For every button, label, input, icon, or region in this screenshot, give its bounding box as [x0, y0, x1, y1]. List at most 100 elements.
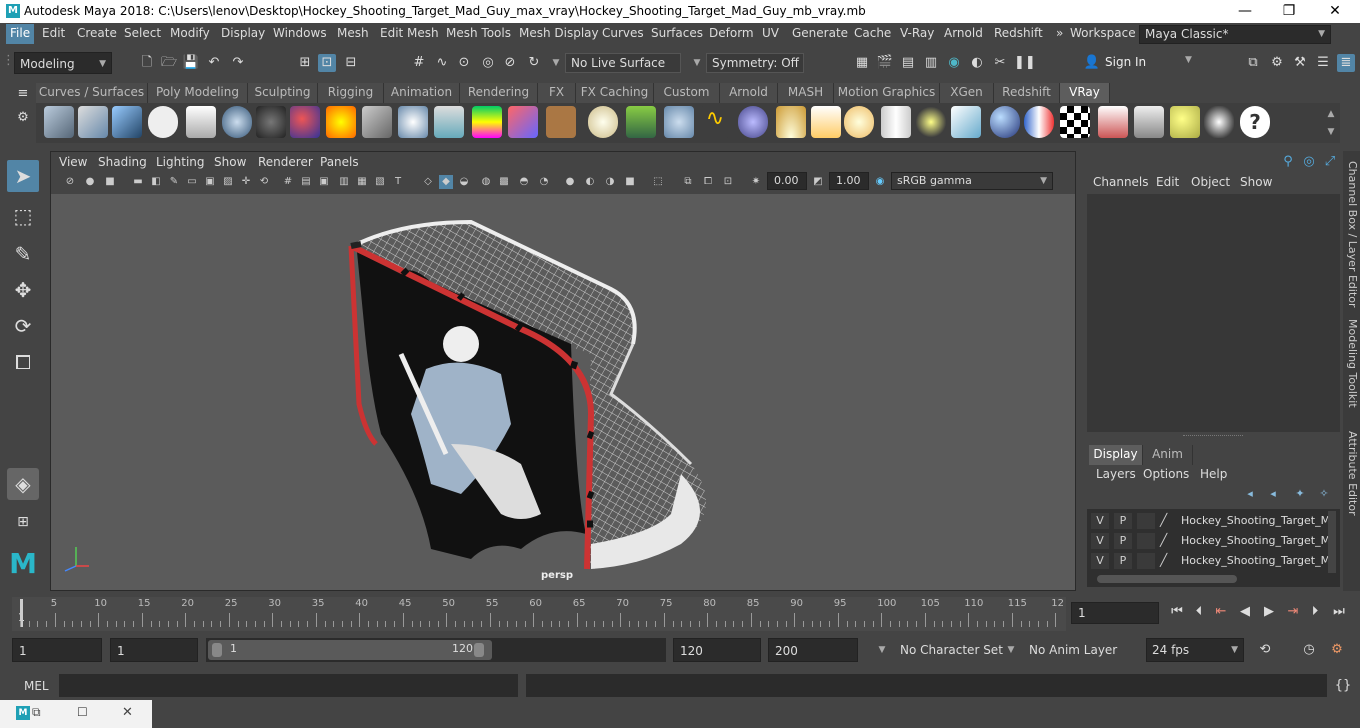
close-button[interactable]: ✕: [1312, 0, 1358, 23]
layer-color-icon[interactable]: ╱: [1160, 513, 1176, 529]
smooth-wireframe-icon[interactable]: ▩: [497, 175, 511, 189]
select-component-icon[interactable]: ⊟: [342, 54, 360, 72]
step-forward-key-icon[interactable]: ⇥: [1284, 603, 1302, 621]
new-layer-selected-icon[interactable]: ✧: [1315, 485, 1333, 503]
new-scene-icon[interactable]: 🗋: [138, 54, 156, 72]
render-setup-icon[interactable]: ◐: [968, 54, 986, 72]
select-hierarchy-icon[interactable]: ⊞: [296, 54, 314, 72]
menu-set-dropdown[interactable]: Modeling ▼: [14, 52, 112, 74]
move-layer-down-icon[interactable]: ◂: [1264, 485, 1282, 503]
layer-menu-options[interactable]: Options: [1143, 467, 1189, 481]
frame-selection-icon[interactable]: ⊡: [721, 175, 735, 189]
textured-icon[interactable]: ▦: [355, 175, 369, 189]
menu-redshift[interactable]: Redshift: [994, 26, 1043, 40]
safe-action-icon[interactable]: ⟲: [257, 175, 271, 189]
vray-logo-icon[interactable]: [148, 106, 178, 138]
channel-menu-edit[interactable]: Edit: [1156, 175, 1179, 189]
maximize-button[interactable]: ❐: [1266, 0, 1312, 23]
menu-mesh-tools[interactable]: Mesh Tools: [446, 26, 511, 40]
menu-cache[interactable]: Cache: [854, 26, 891, 40]
camera-attributes-icon[interactable]: ⊘: [63, 175, 77, 189]
layer-playback-toggle[interactable]: P: [1114, 513, 1132, 529]
vray-settings-icon[interactable]: [1134, 106, 1164, 138]
ipr-render-icon[interactable]: ▤: [899, 54, 917, 72]
vray-multi-material-icon[interactable]: [78, 106, 108, 138]
move-tool-icon[interactable]: ✥: [7, 274, 39, 306]
menu-deform[interactable]: Deform: [709, 26, 754, 40]
vray-ies-icon[interactable]: [881, 106, 911, 138]
help-icon[interactable]: ?: [1240, 106, 1270, 138]
wireframe-on-shaded-icon[interactable]: ▥: [337, 175, 351, 189]
layer-type-toggle[interactable]: [1137, 513, 1155, 529]
vray-material-icon[interactable]: [44, 106, 74, 138]
command-input[interactable]: [59, 674, 518, 697]
loop-icon[interactable]: ⟲: [1256, 641, 1274, 659]
snap-vertex-icon[interactable]: ↻: [525, 54, 543, 72]
motion-blur-icon[interactable]: ●: [563, 175, 577, 189]
vray-sun-icon[interactable]: [776, 106, 806, 138]
menu-curves[interactable]: Curves: [602, 26, 644, 40]
script-editor-icon[interactable]: {}: [1334, 677, 1352, 695]
vray-displacement-icon[interactable]: [508, 106, 538, 138]
layer-horizontal-scrollbar[interactable]: [1097, 575, 1237, 583]
vray-curve-icon[interactable]: ∿: [700, 106, 730, 138]
vray-proxy-icon[interactable]: [434, 106, 464, 138]
close-window-icon[interactable]: ✕: [122, 705, 133, 720]
ambient-occlusion-icon[interactable]: ◔: [537, 175, 551, 189]
vray-frame-buffer-icon[interactable]: [112, 106, 142, 138]
shelf-tab-poly-modeling[interactable]: Poly Modeling: [148, 83, 248, 103]
vray-dome-icon[interactable]: [588, 106, 618, 138]
viewport-menu-shading[interactable]: Shading: [98, 155, 147, 169]
xray-active-icon[interactable]: ⧉: [681, 175, 695, 189]
shelf-tab-fx[interactable]: FX: [538, 83, 576, 103]
lasso-tool-icon[interactable]: ⬚: [7, 200, 39, 232]
menu-vray[interactable]: V-Ray: [900, 26, 934, 40]
vray-texture-icon[interactable]: [546, 106, 576, 138]
shelf-menu-icon[interactable]: ≡: [14, 85, 32, 103]
vray-balls-icon[interactable]: [290, 106, 320, 138]
menu-edit-mesh[interactable]: Edit Mesh: [380, 26, 439, 40]
3d-viewport[interactable]: persp: [51, 194, 1075, 590]
vray-camera-icon[interactable]: [256, 106, 286, 138]
end-time-field[interactable]: 200: [768, 638, 858, 662]
grid-toggle-icon[interactable]: #: [281, 175, 295, 189]
use-all-lights-icon[interactable]: ▧: [373, 175, 387, 189]
shelf-tab-sculpting[interactable]: Sculpting: [248, 83, 318, 103]
render-current-icon[interactable]: 🎬: [876, 54, 894, 72]
modeling-toolkit-icon[interactable]: ⧉: [1244, 54, 1262, 72]
channel-box-icon[interactable]: ☰: [1314, 54, 1332, 72]
layer-row[interactable]: V P ╱ Hockey_Shooting_Target_M: [1087, 551, 1330, 571]
high-quality-icon[interactable]: ■: [623, 175, 637, 189]
play-backwards-icon[interactable]: ◀: [1236, 603, 1254, 621]
scale-tool-icon[interactable]: ⧠: [7, 346, 39, 378]
start-time-field[interactable]: 1: [12, 638, 102, 662]
channel-menu-show[interactable]: Show: [1240, 175, 1272, 189]
menu-mesh-display[interactable]: Mesh Display: [519, 26, 599, 40]
film-gate-icon[interactable]: ▭: [185, 175, 199, 189]
open-scene-icon[interactable]: 🗁: [160, 54, 178, 72]
menu-file[interactable]: File: [6, 24, 35, 44]
side-tab-attribute-editor[interactable]: Attribute Editor: [1344, 431, 1359, 516]
shelf-tab-curves-surfaces[interactable]: Curves / Surfaces: [36, 83, 148, 103]
range-slider-end-handle[interactable]: [474, 643, 484, 657]
menu-surfaces[interactable]: Surfaces: [651, 26, 703, 40]
menu-edit[interactable]: Edit: [42, 26, 65, 40]
viewport-menu-view[interactable]: View: [59, 155, 87, 169]
shelf-tab-xgen[interactable]: XGen: [940, 83, 994, 103]
panel-splitter[interactable]: [1183, 435, 1243, 437]
layer-color-icon[interactable]: ╱: [1160, 533, 1176, 549]
shelf-scroll-down-icon[interactable]: ▼: [1322, 123, 1340, 141]
select-camera-icon[interactable]: ⬚: [651, 175, 665, 189]
chevron-down-icon[interactable]: ▼: [547, 54, 565, 72]
vray-fur-icon[interactable]: [626, 106, 656, 138]
layer-color-icon[interactable]: ╱: [1160, 553, 1176, 569]
menu-generate[interactable]: Generate: [792, 26, 848, 40]
vray-cloud-icon[interactable]: [1204, 106, 1234, 138]
rotate-tool-icon[interactable]: ⟳: [7, 310, 39, 342]
menu-mesh[interactable]: Mesh: [337, 26, 369, 40]
symmetry-field[interactable]: Symmetry: Off: [706, 53, 804, 73]
xray-icon[interactable]: ◆: [439, 175, 453, 189]
frame-all-icon[interactable]: ⧠: [701, 175, 715, 189]
character-set-label[interactable]: No Character Set: [900, 643, 1003, 657]
layer-editor-icon[interactable]: ≣: [1337, 54, 1355, 72]
